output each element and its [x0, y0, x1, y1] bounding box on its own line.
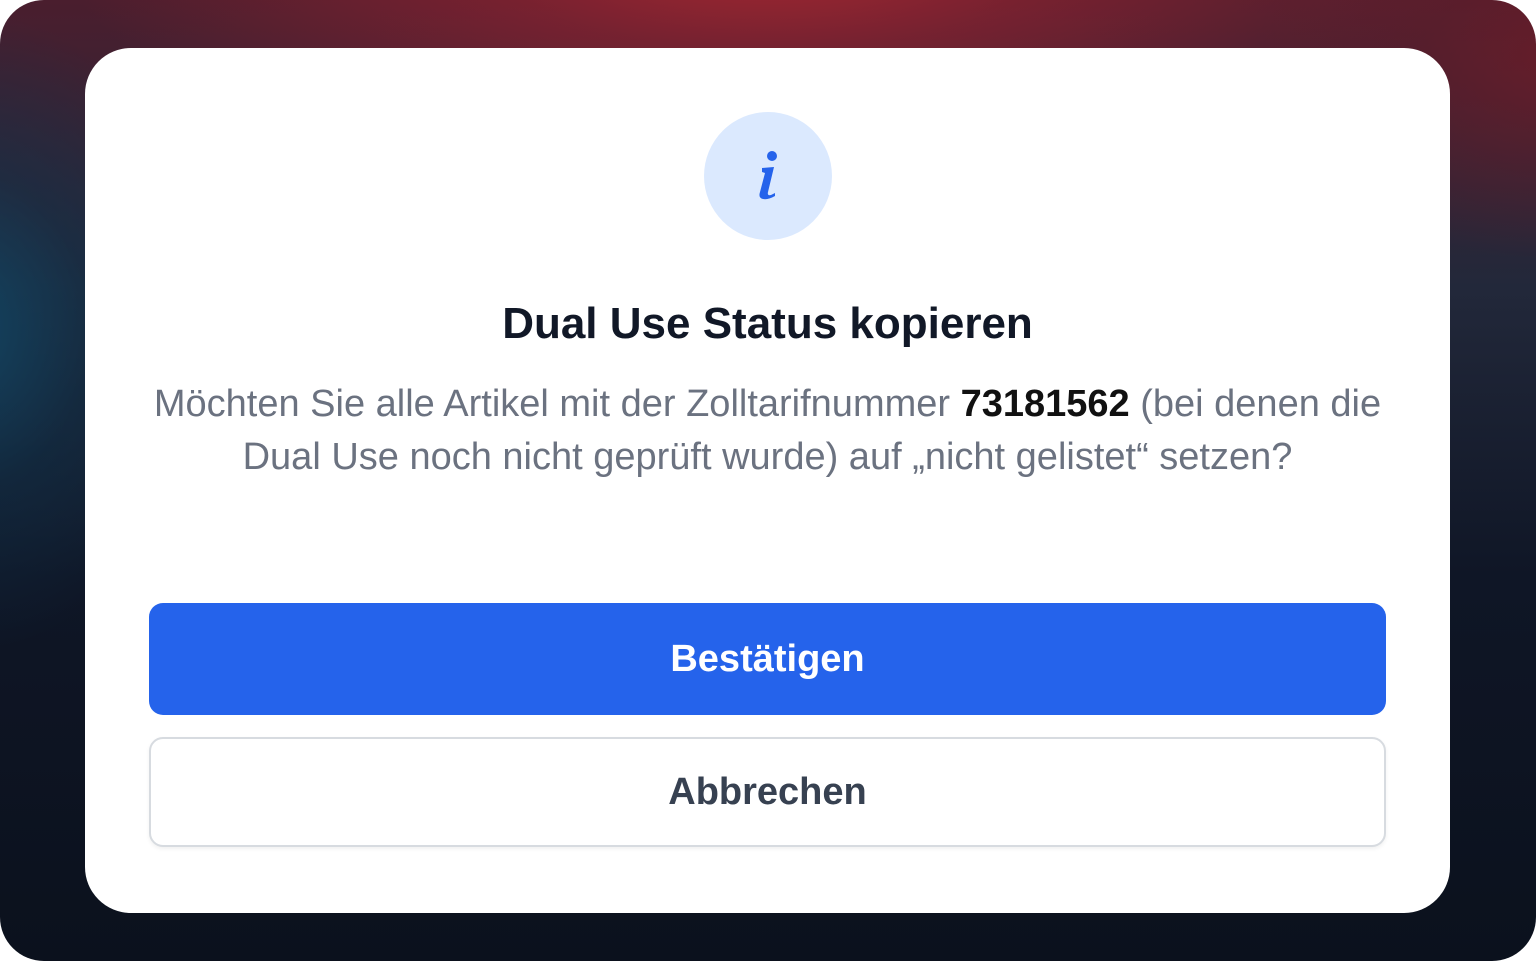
info-icon	[704, 112, 832, 240]
cancel-button[interactable]: Abbrechen	[149, 737, 1386, 847]
dialog-title: Dual Use Status kopieren	[502, 299, 1033, 348]
tariff-number: 73181562	[960, 383, 1130, 425]
message-text-before: Möchten Sie alle Artikel mit der Zolltar…	[153, 383, 961, 425]
dialog-message: Möchten Sie alle Artikel mit der Zolltar…	[149, 378, 1386, 484]
confirm-dialog: Dual Use Status kopieren Möchten Sie all…	[85, 48, 1450, 913]
confirm-button[interactable]: Bestätigen	[149, 603, 1386, 715]
info-glyph	[759, 151, 777, 200]
